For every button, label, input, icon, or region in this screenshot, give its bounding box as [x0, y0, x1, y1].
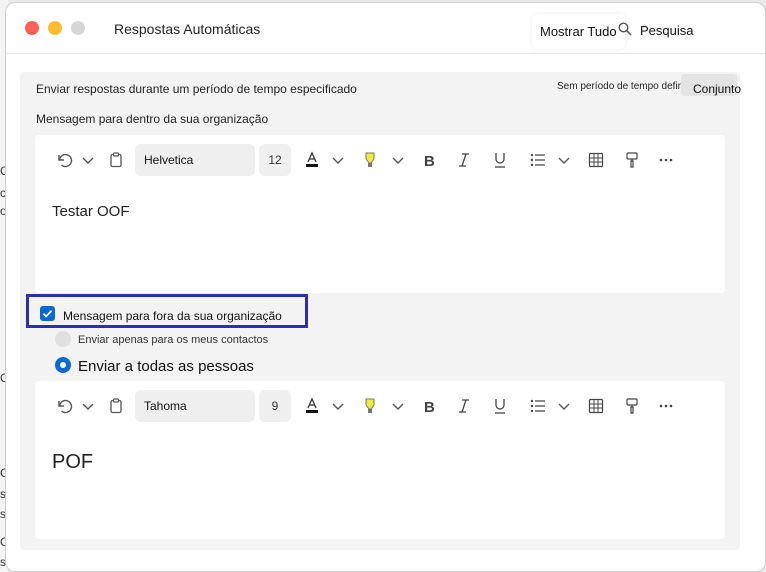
send-all-radio[interactable]: [55, 357, 71, 373]
contacts-only-label: Enviar apenas para os meus contactos: [78, 334, 269, 346]
minimize-window-button[interactable]: [48, 21, 62, 35]
bullet-list-icon[interactable]: [529, 397, 547, 415]
send-all-label: Enviar a todas as pessoas: [78, 358, 254, 375]
font-family-select[interactable]: Helvetica: [135, 144, 255, 176]
underline-icon[interactable]: [491, 151, 509, 169]
more-icon[interactable]: [657, 397, 675, 415]
svg-text:B: B: [424, 153, 435, 169]
svg-text:B: B: [424, 399, 435, 415]
inside-editor-toolbar: Helvetica 12 B: [35, 135, 725, 185]
table-icon[interactable]: [587, 397, 605, 415]
chevron-down-icon[interactable]: [389, 151, 407, 169]
close-window-button[interactable]: [25, 21, 39, 35]
font-size-select[interactable]: 12: [259, 144, 291, 176]
search-field[interactable]: Pesquisa: [640, 23, 693, 38]
clipboard-icon[interactable]: [107, 151, 125, 169]
no-period-label: Sem período de tempo definido: [557, 81, 697, 92]
font-color-icon[interactable]: [303, 151, 321, 169]
title-bar: Respostas Automáticas Mostrar Tudo Pesqu…: [6, 3, 765, 54]
format-painter-icon[interactable]: [623, 151, 641, 169]
inside-message-editor[interactable]: Helvetica 12 B Testar OOF: [35, 135, 725, 293]
outside-editor-toolbar: Tahoma 9 B: [35, 381, 725, 431]
undo-icon[interactable]: [55, 151, 73, 169]
font-family-select[interactable]: Tahoma: [135, 390, 255, 422]
contacts-only-radio[interactable]: [55, 331, 71, 347]
period-label: Enviar respostas durante um período de t…: [36, 82, 357, 96]
clipboard-icon[interactable]: [107, 397, 125, 415]
chevron-down-icon[interactable]: [79, 397, 97, 415]
table-icon[interactable]: [587, 151, 605, 169]
italic-icon[interactable]: [455, 397, 473, 415]
chevron-down-icon[interactable]: [79, 151, 97, 169]
chevron-down-icon[interactable]: [555, 151, 573, 169]
font-size-select[interactable]: 9: [259, 390, 291, 422]
bold-icon[interactable]: B: [421, 397, 439, 415]
outside-message-body[interactable]: POF: [52, 451, 93, 474]
set-period-button[interactable]: Conjunto: [681, 74, 741, 96]
format-painter-icon[interactable]: [623, 397, 641, 415]
highlighter-icon[interactable]: [361, 151, 379, 169]
chevron-down-icon[interactable]: [555, 397, 573, 415]
outside-message-editor[interactable]: Tahoma 9 B POF: [35, 381, 725, 539]
highlighter-icon[interactable]: [361, 397, 379, 415]
outside-message-checkbox[interactable]: [40, 306, 55, 321]
italic-icon[interactable]: [455, 151, 473, 169]
underline-icon[interactable]: [491, 397, 509, 415]
inside-message-label: Mensagem para dentro da sua organização: [36, 112, 269, 126]
font-color-icon[interactable]: [303, 397, 321, 415]
outside-message-label: Mensagem para fora da sua organização: [63, 309, 282, 323]
undo-icon[interactable]: [55, 397, 73, 415]
chevron-down-icon[interactable]: [329, 397, 347, 415]
zoom-window-button[interactable]: [71, 21, 85, 35]
show-all-button[interactable]: Mostrar Tudo: [532, 14, 625, 49]
more-icon[interactable]: [657, 151, 675, 169]
bold-icon[interactable]: B: [421, 151, 439, 169]
window-title: Respostas Automáticas: [114, 21, 261, 37]
search-icon[interactable]: [618, 22, 632, 36]
inside-message-body[interactable]: Testar OOF: [52, 203, 130, 220]
chevron-down-icon[interactable]: [329, 151, 347, 169]
chevron-down-icon[interactable]: [389, 397, 407, 415]
bullet-list-icon[interactable]: [529, 151, 547, 169]
